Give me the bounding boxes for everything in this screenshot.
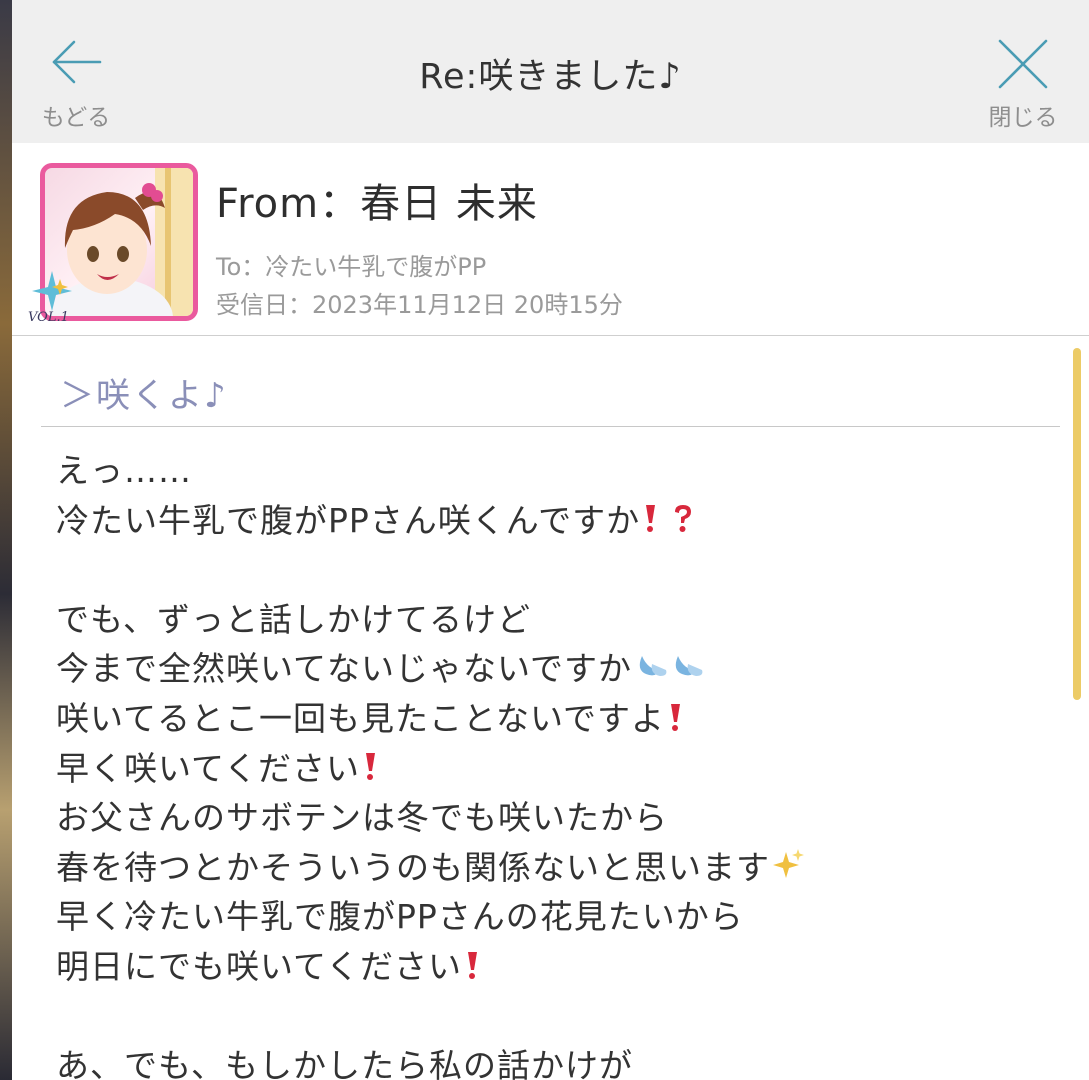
message-line-text: でも、ずっと話しかけてるけど: [56, 599, 532, 639]
close-button[interactable]: 閉じる: [978, 34, 1068, 131]
exclamation-question-icon: [642, 497, 696, 547]
close-label: 閉じる: [988, 105, 1058, 131]
sender-panel: VOL.1 From：春日 未来 To：冷たい牛乳で腹がPP 受信日：2023年…: [12, 143, 1089, 336]
message-line-text: お父さんのサボテンは冬でも咲いたから: [56, 798, 668, 838]
message-line: [56, 992, 1046, 1042]
close-icon: [998, 39, 1048, 89]
scrollbar[interactable]: [1073, 348, 1081, 700]
message-line: 今まで全然咲いてないじゃないですか: [56, 644, 1046, 694]
message-line: 春を待つとかそういうのも関係ないと思います: [56, 843, 1046, 893]
exclamation-icon: [667, 696, 683, 746]
mail-window: もどる Re:咲きました♪ 閉じる VOL.1 From：春日 未来 To：冷た…: [12, 0, 1089, 1080]
recipient-line: To：冷たい牛乳で腹がPP: [216, 253, 487, 281]
exclamation-icon: [464, 944, 480, 994]
message-line: 明日にでも咲いてください: [56, 942, 1046, 992]
svg-text:VOL.1: VOL.1: [28, 310, 69, 325]
mail-subject-title: Re:咲きました♪: [419, 57, 682, 97]
exclamation-icon: [362, 745, 378, 795]
message-line-text: 早く冷たい牛乳で腹がPPさんの花見たいから: [56, 897, 744, 937]
quoted-text: ＞咲くよ♪: [60, 376, 228, 416]
message-line: 冷たい牛乳で腹がPPさん咲くんですか: [56, 496, 1046, 546]
message-line-text: 早く咲いてください: [56, 748, 361, 788]
arrow-left-icon: [52, 40, 102, 84]
message-line: でも、ずっと話しかけてるけど: [56, 595, 1046, 645]
message-line-text: えっ……: [56, 451, 192, 490]
message-line-text: 冷たい牛乳で腹がPPさん咲くんですか: [56, 500, 641, 540]
message-line: えっ……: [56, 446, 1046, 496]
message-line-text: 咲いてるとこ一回も見たことないですよ: [56, 698, 666, 738]
vol-badge-icon: VOL.1: [28, 271, 72, 325]
sparkle-icon: [772, 844, 806, 894]
mail-header: もどる Re:咲きました♪ 閉じる: [12, 0, 1089, 143]
message-text: えっ…… 冷たい牛乳で腹がPPさん咲くんですか でも、ずっと話しかけてるけど今まで全…: [56, 446, 1046, 1080]
received-date: 受信日：2023年11月12日 20時15分: [216, 291, 623, 319]
back-button[interactable]: もどる: [34, 34, 118, 131]
message-line: お父さんのサボテンは冬でも咲いたから: [56, 793, 1046, 843]
message-line-text: あ、でも、もしかしたら私の話かけが: [56, 1046, 634, 1080]
background-edge: [0, 0, 12, 1080]
sender-name: From：春日 未来: [216, 181, 538, 227]
message-line-text: 春を待つとかそういうのも関係ないと思います: [56, 847, 770, 887]
message-line: あ、でも、もしかしたら私の話かけが: [56, 1041, 1046, 1080]
message-line-text: 明日にでも咲いてください: [56, 946, 463, 986]
back-label: もどる: [41, 105, 111, 131]
divider: [41, 426, 1060, 427]
message-line: 咲いてるとこ一回も見たことないですよ: [56, 694, 1046, 744]
message-line: [56, 545, 1046, 595]
message-body: ＞咲くよ♪ えっ…… 冷たい牛乳で腹がPPさん咲くんですか でも、ずっと話しかけてる…: [12, 336, 1089, 1080]
message-line-text: 今まで全然咲いてないじゃないですか: [56, 649, 633, 689]
message-line: 早く冷たい牛乳で腹がPPさんの花見たいから: [56, 892, 1046, 942]
message-line: 早く咲いてください: [56, 744, 1046, 794]
sweat-drops-icon: [634, 646, 704, 696]
